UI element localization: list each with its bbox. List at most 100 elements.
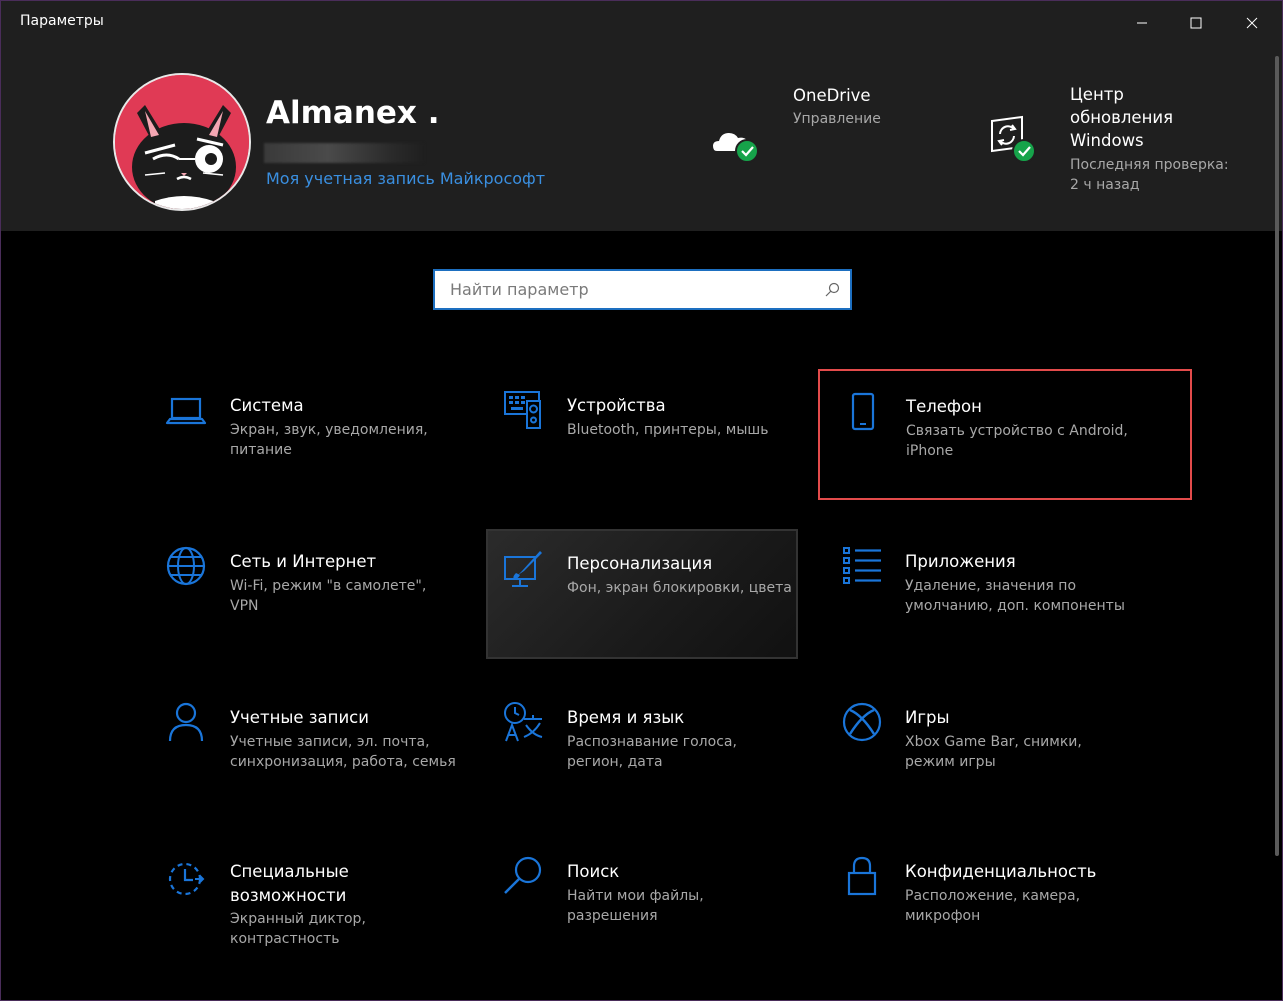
tile-title-line: Телефон [906, 397, 982, 416]
tile-description-line: Связать устройство с Android, [906, 423, 1128, 439]
windows-update-title[interactable]: Центр обновления Windows [1070, 83, 1173, 152]
tile-title-line: Время и язык [567, 708, 685, 727]
tile-description: Bluetooth, принтеры, мышь [567, 420, 768, 440]
tile-title-line: Устройства [567, 396, 666, 415]
windows-update-subtitle-line: Последняя проверка: [1070, 157, 1229, 173]
tile-description: Распознавание голоса, регион, дата [567, 732, 737, 772]
tile-accounts[interactable]: Учетные записи Учетные записи, эл. почта… [153, 685, 465, 815]
tile-title: Специальные возможности [230, 860, 349, 908]
tile-description: Фон, экран блокировки, цвета [567, 578, 792, 598]
tile-accessibility[interactable]: Специальные возможности Экранный диктор, к… [153, 839, 465, 969]
tile-description-line: Wi-Fi, режим "в самолете", [230, 578, 427, 594]
tile-description-line: Экран, звук, уведомления, [230, 422, 428, 438]
tile-description-line: синхронизация, работа, семья [230, 754, 456, 770]
tile-description-line: Учетные записи, эл. почта, [230, 734, 430, 750]
tile-description: Найти мои файлы, разрешения [567, 886, 704, 926]
settings-window: Параметры Almanex . Моя учетная запись М… [0, 0, 1283, 1001]
tile-description-line: умолчанию, доп. компоненты [905, 598, 1125, 614]
tile-devices[interactable]: Устройства Bluetooth, принтеры, мышь [490, 373, 802, 503]
close-button[interactable] [1223, 1, 1281, 45]
tile-description-line: Xbox Game Bar, снимки, [905, 734, 1082, 750]
onedrive-title[interactable]: OneDrive [793, 84, 871, 107]
onedrive-cloud-icon[interactable] [709, 121, 759, 171]
apps-list-icon [843, 547, 881, 584]
windows-update-subtitle[interactable]: Последняя проверка: 2 ч назад [1070, 155, 1229, 195]
tile-description: Wi-Fi, режим "в самолете", VPN [230, 576, 426, 616]
avatar[interactable] [113, 73, 251, 211]
tile-title-line: Специальные [230, 862, 349, 881]
tile-title-line: Конфиденциальность [905, 862, 1097, 881]
person-icon [168, 702, 204, 742]
laptop-icon [165, 397, 207, 425]
tile-description-line: VPN [230, 598, 259, 614]
windows-update-icon[interactable] [986, 115, 1036, 165]
tile-title-line: возможности [230, 886, 347, 905]
tile-title: Конфиденциальность [905, 860, 1096, 884]
tile-description-line: Экранный диктор, [230, 911, 366, 927]
tile-title: Телефон [906, 395, 982, 419]
tile-title: Учетные записи [230, 706, 369, 730]
tile-title: Система [230, 394, 304, 418]
tile-title: Сеть и Интернет [230, 550, 376, 574]
tile-description-line: Расположение, камера, [905, 888, 1081, 904]
tile-description: Экран, звук, уведомления, питание [230, 420, 428, 460]
tile-search[interactable]: Поиск Найти мои файлы, разрешения [490, 839, 802, 969]
user-name: Almanex . [266, 95, 440, 131]
title-bar: Параметры [1, 1, 1282, 45]
tile-personalization[interactable]: Персонализация Фон, экран блокировки, цв… [486, 529, 798, 659]
tile-title: Время и язык [567, 706, 684, 730]
onedrive-subtitle[interactable]: Управление [793, 109, 881, 129]
maximize-button[interactable] [1167, 1, 1225, 45]
search-box[interactable] [433, 269, 852, 310]
minimize-icon [1137, 22, 1147, 24]
tile-privacy[interactable]: Конфиденциальность Расположение, камера,… [827, 839, 1139, 969]
tile-description-line: питание [230, 442, 292, 458]
tile-title-line: Персонализация [567, 554, 713, 573]
windows-update-title-line: обновления [1070, 108, 1174, 127]
search-icon[interactable] [824, 282, 840, 298]
tile-network[interactable]: Сеть и Интернет Wi-Fi, режим "в самолете… [153, 529, 465, 659]
minimize-button[interactable] [1113, 1, 1171, 45]
globe-icon [166, 546, 206, 586]
tile-description: Учетные записи, эл. почта, синхронизация,… [230, 732, 456, 772]
tile-description-line: Удаление, значения по [905, 578, 1077, 594]
cat-avatar-icon [115, 75, 249, 209]
tile-title: Поиск [567, 860, 619, 884]
tile-phone[interactable]: Телефон Связать устройство с Android, iPh… [818, 369, 1192, 500]
tile-description-line: Фон, экран блокировки, цвета [567, 580, 792, 596]
tile-title-line: Система [230, 396, 304, 415]
tile-title-line: Сеть и Интернет [230, 552, 377, 571]
window-title: Параметры [20, 13, 104, 29]
redacted-email [264, 143, 424, 163]
microsoft-account-link[interactable]: Моя учетная запись Майкрософт [266, 169, 545, 188]
tile-apps[interactable]: Приложения Удаление, значения по умолчани… [827, 529, 1139, 659]
tile-title: Игры [905, 706, 950, 730]
lock-icon [847, 856, 877, 896]
tile-description: Удаление, значения по умолчанию, доп. ком… [905, 576, 1125, 616]
tile-title-line: Игры [905, 708, 950, 727]
tile-description-line: регион, дата [567, 754, 663, 770]
tile-title-line: Приложения [905, 552, 1016, 571]
tile-title-line: Поиск [567, 862, 620, 881]
tile-system[interactable]: Система Экран, звук, уведомления, питание [153, 373, 465, 503]
tile-title: Приложения [905, 550, 1016, 574]
search-magnifier-icon [504, 856, 542, 894]
tile-title: Устройства [567, 394, 666, 418]
tile-description: Экранный диктор, контрастность [230, 909, 366, 949]
tile-gaming[interactable]: Игры Xbox Game Bar, снимки, режим игры [827, 685, 1139, 815]
search-input[interactable] [435, 271, 850, 308]
windows-update-title-line: Windows [1070, 131, 1144, 150]
tile-description-line: Распознавание голоса, [567, 734, 737, 750]
tile-title: Персонализация [567, 552, 712, 576]
account-header: Almanex . Моя учетная запись Майкрософт … [1, 45, 1282, 231]
phone-icon [851, 392, 875, 431]
paintbrush-icon [504, 551, 542, 587]
tile-description-line: Найти мои файлы, [567, 888, 704, 904]
tile-title-line: Учетные записи [230, 708, 369, 727]
tile-description-line: разрешения [567, 908, 658, 924]
time-language-icon [504, 702, 543, 742]
tile-description-line: контрастность [230, 931, 340, 947]
tile-time-language[interactable]: Время и язык Распознавание голоса, регион… [490, 685, 802, 815]
devices-icon [504, 391, 541, 429]
scrollbar[interactable] [1275, 56, 1279, 856]
